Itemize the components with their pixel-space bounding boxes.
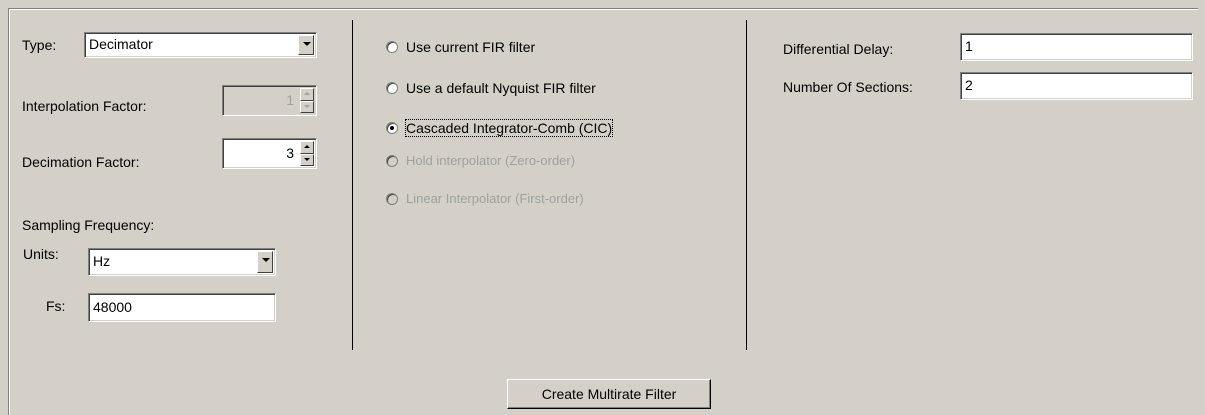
spin-arrows-icon[interactable] <box>300 141 314 166</box>
number-of-sections-input[interactable]: 2 <box>960 72 1193 100</box>
type-label: Type: <box>22 37 57 53</box>
radio-hold-interpolator[interactable]: Hold interpolator (Zero-order) <box>386 153 575 168</box>
radio-hold-interpolator-label: Hold interpolator (Zero-order) <box>406 153 576 168</box>
radio-default-nyquist-label: Use a default Nyquist FIR filter <box>406 80 596 96</box>
chevron-down-icon[interactable] <box>298 35 314 55</box>
differential-delay-label: Differential Delay: <box>783 41 894 57</box>
spin-up-icon[interactable] <box>300 88 314 101</box>
filter-panel <box>8 8 1198 415</box>
decimation-factor-label: Decimation Factor: <box>22 154 140 170</box>
type-value: Decimator <box>89 36 153 52</box>
radio-current-fir[interactable]: Use current FIR filter <box>386 39 535 55</box>
number-of-sections-value: 2 <box>965 77 973 93</box>
radio-icon[interactable] <box>386 154 398 167</box>
chevron-down-icon[interactable] <box>257 251 273 273</box>
fs-input[interactable]: 48000 <box>88 293 276 322</box>
spin-down-icon[interactable] <box>300 153 314 166</box>
decimation-factor-value: 3 <box>286 145 294 161</box>
interpolation-factor-label: Interpolation Factor: <box>22 98 147 114</box>
radio-linear-interpolator[interactable]: Linear Interpolator (First-order) <box>386 191 584 206</box>
decimation-factor-spinner[interactable]: 3 <box>222 138 317 169</box>
radio-cic[interactable]: Cascaded Integrator-Comb (CIC) <box>386 119 614 137</box>
spin-up-icon[interactable] <box>300 141 314 154</box>
units-value: Hz <box>93 253 111 269</box>
radio-selected-icon[interactable] <box>386 122 398 134</box>
fs-value: 48000 <box>93 299 132 315</box>
fs-label: Fs: <box>46 298 66 314</box>
radio-icon[interactable] <box>386 192 398 205</box>
column-divider <box>352 20 353 350</box>
radio-linear-interpolator-label: Linear Interpolator (First-order) <box>406 191 584 206</box>
radio-cic-label: Cascaded Integrator-Comb (CIC) <box>404 119 614 137</box>
column-divider <box>746 20 747 350</box>
type-dropdown[interactable]: Decimator <box>84 32 317 58</box>
interpolation-factor-spinner[interactable]: 1 <box>222 85 317 116</box>
sampling-frequency-label: Sampling Frequency: <box>22 217 155 233</box>
differential-delay-value: 1 <box>965 38 973 54</box>
spin-down-icon[interactable] <box>300 100 314 113</box>
units-dropdown[interactable]: Hz <box>88 248 276 276</box>
radio-current-fir-label: Use current FIR filter <box>406 39 536 55</box>
radio-icon[interactable] <box>386 41 398 53</box>
units-label: Units: <box>23 246 59 262</box>
number-of-sections-label: Number Of Sections: <box>783 79 913 95</box>
create-multirate-filter-button[interactable]: Create Multirate Filter <box>507 379 711 409</box>
radio-icon[interactable] <box>386 82 398 94</box>
differential-delay-input[interactable]: 1 <box>960 33 1193 61</box>
radio-default-nyquist[interactable]: Use a default Nyquist FIR filter <box>386 80 596 96</box>
spin-arrows-icon[interactable] <box>300 88 314 113</box>
interpolation-factor-value: 1 <box>286 92 294 108</box>
